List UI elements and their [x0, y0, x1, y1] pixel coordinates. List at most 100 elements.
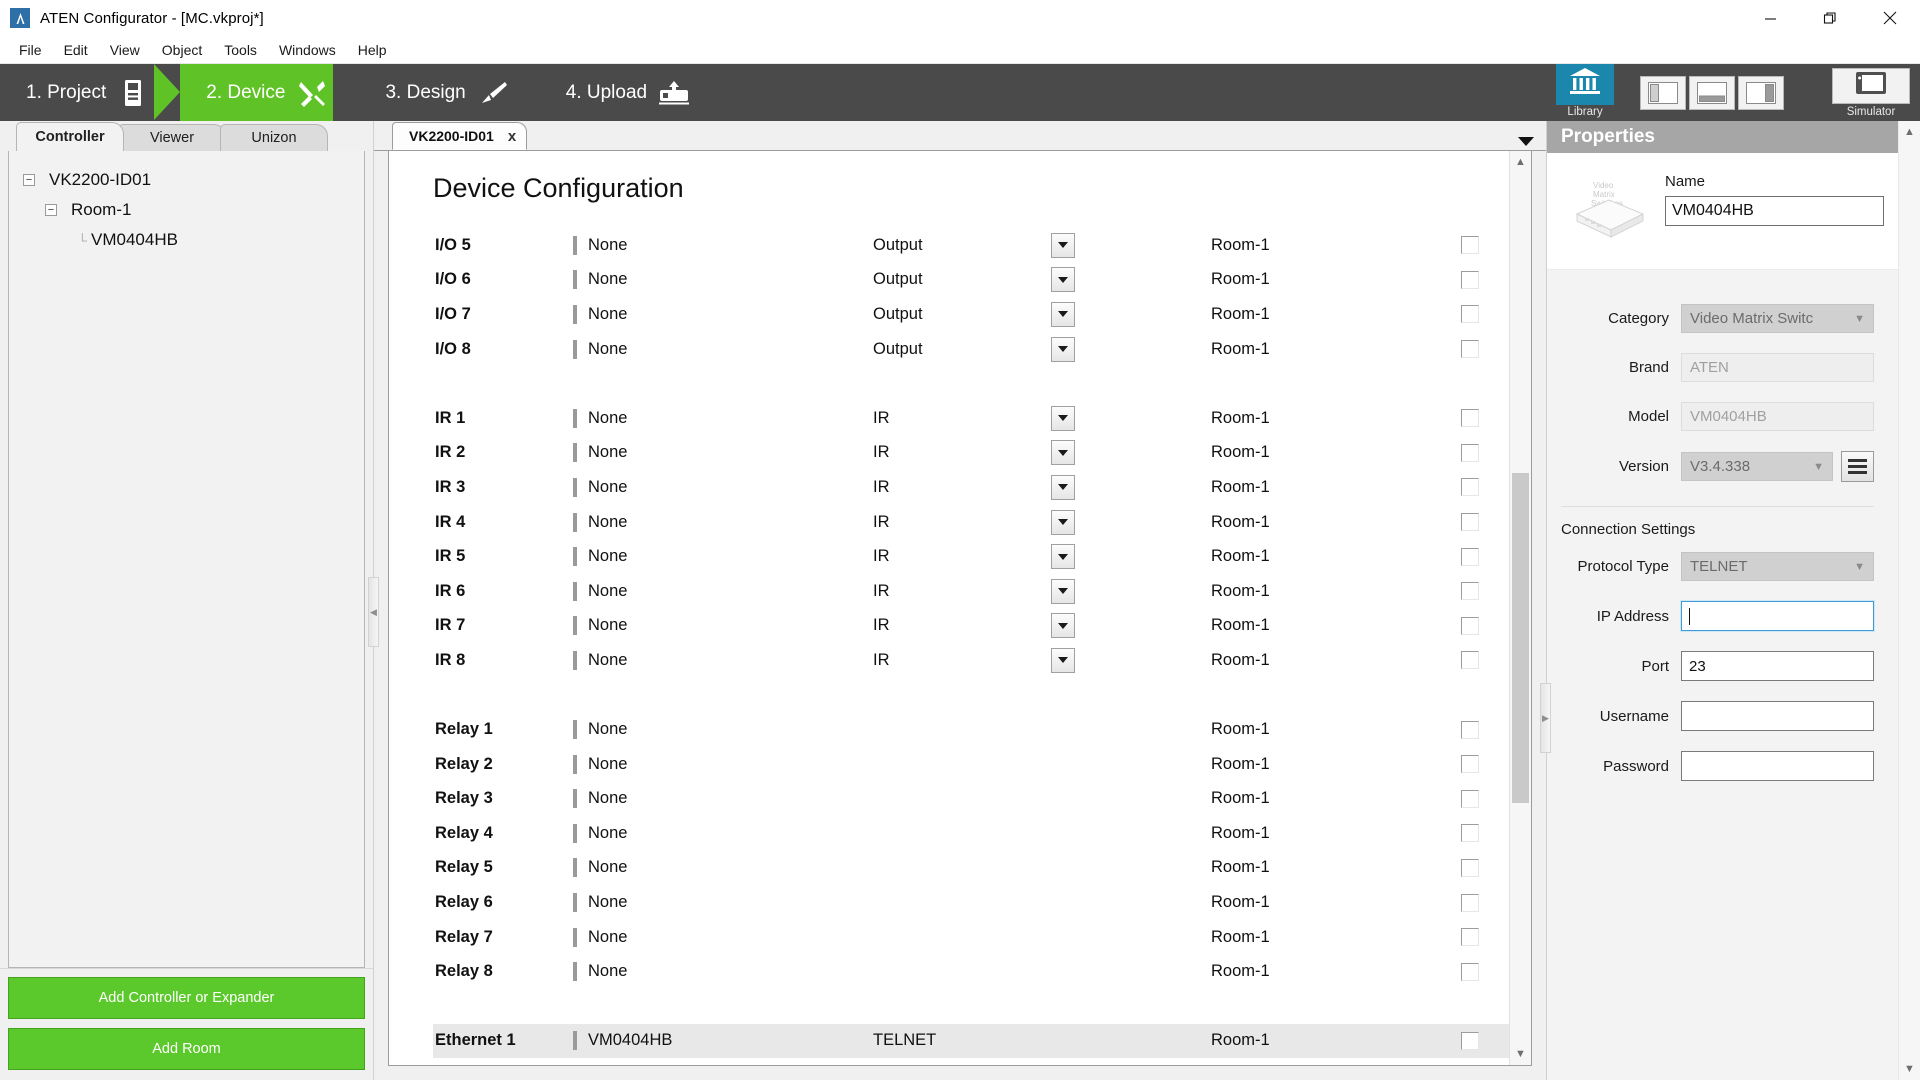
- row-mode-dropdown-button[interactable]: [1051, 302, 1075, 327]
- library-button[interactable]: [1556, 64, 1614, 105]
- table-row[interactable]: IR 3NoneIRRoom-1: [433, 470, 1509, 505]
- row-mode-dropdown-button[interactable]: [1051, 267, 1075, 292]
- row-mode-dropdown-cell[interactable]: [1051, 613, 1211, 638]
- table-row[interactable]: I/O 6NoneOutputRoom-1: [433, 263, 1509, 298]
- row-mode-dropdown-cell[interactable]: [1051, 337, 1211, 362]
- row-checkbox-cell[interactable]: [1461, 548, 1509, 566]
- row-mode-dropdown-cell[interactable]: [1051, 233, 1211, 258]
- step-2-device[interactable]: 2. Device: [180, 64, 333, 121]
- row-checkbox-cell[interactable]: [1461, 721, 1509, 739]
- table-row[interactable]: Relay 4NoneRoom-1: [433, 816, 1509, 851]
- table-row[interactable]: Relay 8NoneRoom-1: [433, 954, 1509, 989]
- row-mode-dropdown-cell[interactable]: [1051, 579, 1211, 604]
- row-enable-checkbox[interactable]: [1461, 340, 1479, 358]
- row-enable-checkbox[interactable]: [1461, 236, 1479, 254]
- layout-bottom-icon[interactable]: [1689, 76, 1735, 110]
- row-enable-checkbox[interactable]: [1461, 271, 1479, 289]
- username-input[interactable]: [1681, 701, 1874, 731]
- row-device-cell[interactable]: None: [573, 789, 873, 808]
- row-device-cell[interactable]: None: [573, 893, 873, 912]
- row-mode-dropdown-cell[interactable]: [1051, 406, 1211, 431]
- row-device-cell[interactable]: None: [573, 651, 873, 670]
- row-checkbox-cell[interactable]: [1461, 1032, 1509, 1050]
- tab-controller[interactable]: Controller: [16, 122, 124, 151]
- row-mode-dropdown-button[interactable]: [1051, 475, 1075, 500]
- protocol-type-select[interactable]: TELNET ▼: [1681, 552, 1874, 581]
- table-row[interactable]: IR 6NoneIRRoom-1: [433, 574, 1509, 609]
- menu-file[interactable]: File: [8, 39, 53, 61]
- table-row[interactable]: IR 8NoneIRRoom-1: [433, 643, 1509, 678]
- row-enable-checkbox[interactable]: [1461, 548, 1479, 566]
- row-checkbox-cell[interactable]: [1461, 340, 1509, 358]
- table-row[interactable]: Relay 5NoneRoom-1: [433, 851, 1509, 886]
- row-mode-dropdown-button[interactable]: [1051, 233, 1075, 258]
- row-device-cell[interactable]: None: [573, 547, 873, 566]
- row-mode-dropdown-button[interactable]: [1051, 510, 1075, 535]
- row-enable-checkbox[interactable]: [1461, 478, 1479, 496]
- row-checkbox-cell[interactable]: [1461, 271, 1509, 289]
- table-row[interactable]: Relay 3NoneRoom-1: [433, 782, 1509, 817]
- row-enable-checkbox[interactable]: [1461, 824, 1479, 842]
- row-enable-checkbox[interactable]: [1461, 894, 1479, 912]
- row-mode-dropdown-cell[interactable]: [1051, 267, 1211, 292]
- table-row[interactable]: IR 7NoneIRRoom-1: [433, 609, 1509, 644]
- tab-unizon[interactable]: Unizon: [220, 124, 328, 151]
- chevron-down-icon[interactable]: ▼: [1899, 1058, 1920, 1080]
- chevron-up-icon[interactable]: ▲: [1510, 151, 1532, 173]
- row-checkbox-cell[interactable]: [1461, 617, 1509, 635]
- tree-item-vm0404hb[interactable]: └ VM0404HB: [19, 225, 358, 255]
- row-mode-dropdown-button[interactable]: [1051, 406, 1075, 431]
- tree-expander-icon[interactable]: −: [45, 204, 57, 216]
- table-row[interactable]: IR 2NoneIRRoom-1: [433, 436, 1509, 471]
- row-enable-checkbox[interactable]: [1461, 582, 1479, 600]
- row-enable-checkbox[interactable]: [1461, 963, 1479, 981]
- row-mode-dropdown-button[interactable]: [1051, 613, 1075, 638]
- table-row[interactable]: IR 5NoneIRRoom-1: [433, 539, 1509, 574]
- scrollbar-track[interactable]: [1510, 173, 1532, 1043]
- tab-viewer[interactable]: Viewer: [118, 124, 226, 151]
- tree-item-room-1[interactable]: − Room-1: [19, 195, 358, 225]
- add-room-button[interactable]: Add Room: [8, 1028, 365, 1070]
- controller-tree[interactable]: − VK2200-ID01 − Room-1 └ VM0404HB: [8, 151, 365, 968]
- table-row[interactable]: Relay 2NoneRoom-1: [433, 747, 1509, 782]
- row-checkbox-cell[interactable]: [1461, 478, 1509, 496]
- row-device-cell[interactable]: None: [573, 755, 873, 774]
- version-select[interactable]: V3.4.338 ▼: [1681, 452, 1833, 481]
- row-device-cell[interactable]: None: [573, 478, 873, 497]
- row-mode-dropdown-cell[interactable]: [1051, 302, 1211, 327]
- menu-windows[interactable]: Windows: [268, 39, 347, 61]
- row-device-cell[interactable]: None: [573, 858, 873, 877]
- table-row[interactable]: IR 4NoneIRRoom-1: [433, 505, 1509, 540]
- table-row[interactable]: Relay 6NoneRoom-1: [433, 885, 1509, 920]
- hamburger-menu-icon[interactable]: [1841, 451, 1874, 482]
- maximize-restore-button[interactable]: [1800, 0, 1860, 36]
- right-panel-collapse-handle[interactable]: ▶: [1540, 683, 1551, 753]
- document-tab-vk2200[interactable]: VK2200-ID01 x: [392, 122, 527, 150]
- close-button[interactable]: [1860, 0, 1920, 36]
- row-mode-dropdown-button[interactable]: [1051, 544, 1075, 569]
- row-device-cell[interactable]: None: [573, 409, 873, 428]
- port-input[interactable]: 23: [1681, 651, 1874, 681]
- row-enable-checkbox[interactable]: [1461, 651, 1479, 669]
- row-mode-dropdown-cell[interactable]: [1051, 475, 1211, 500]
- row-enable-checkbox[interactable]: [1461, 513, 1479, 531]
- step-3-design[interactable]: 3. Design: [359, 64, 513, 121]
- chevron-down-icon[interactable]: ▼: [1510, 1043, 1532, 1065]
- row-checkbox-cell[interactable]: [1461, 755, 1509, 773]
- menu-tools[interactable]: Tools: [213, 39, 268, 61]
- row-enable-checkbox[interactable]: [1461, 859, 1479, 877]
- row-device-cell[interactable]: VM0404HB: [573, 1031, 873, 1050]
- row-enable-checkbox[interactable]: [1461, 444, 1479, 462]
- row-device-cell[interactable]: None: [573, 340, 873, 359]
- chevron-down-icon[interactable]: [1518, 137, 1534, 146]
- ip-address-input[interactable]: [1681, 601, 1874, 631]
- row-checkbox-cell[interactable]: [1461, 651, 1509, 669]
- row-device-cell[interactable]: None: [573, 928, 873, 947]
- row-checkbox-cell[interactable]: [1461, 444, 1509, 462]
- scrollbar-track[interactable]: [1899, 143, 1920, 1058]
- row-checkbox-cell[interactable]: [1461, 409, 1509, 427]
- menu-edit[interactable]: Edit: [53, 39, 99, 61]
- center-vertical-scrollbar[interactable]: ▲ ▼: [1509, 151, 1531, 1065]
- menu-object[interactable]: Object: [151, 39, 213, 61]
- password-input[interactable]: [1681, 751, 1874, 781]
